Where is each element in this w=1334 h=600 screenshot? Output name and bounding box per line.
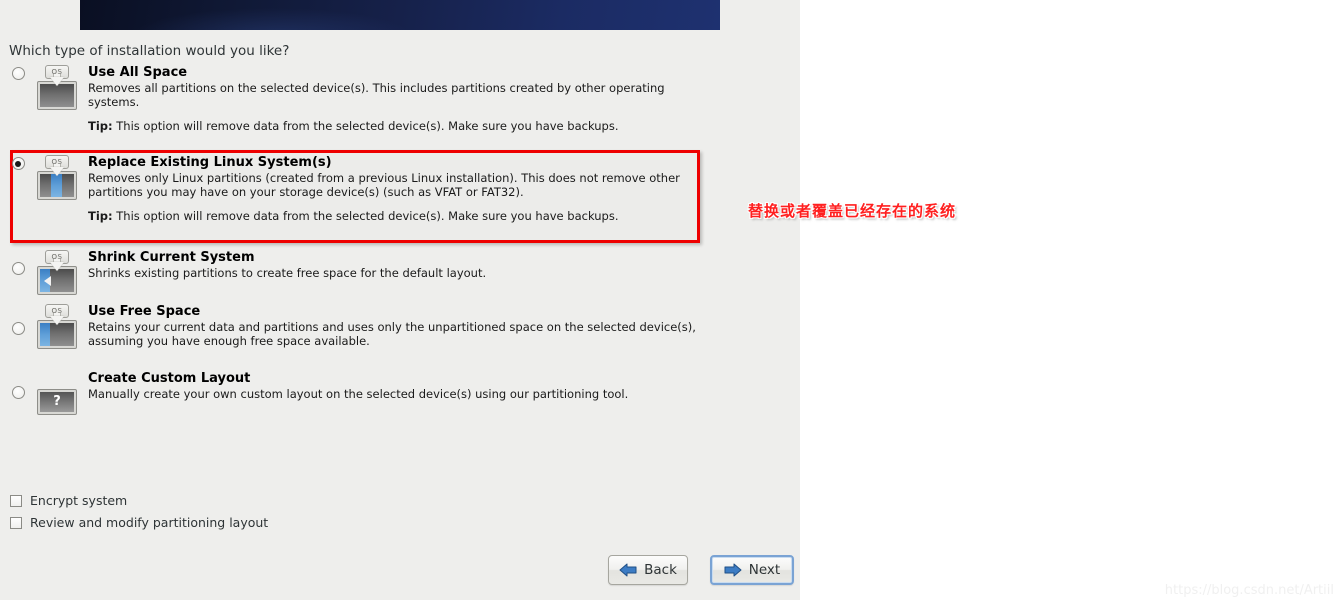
icon-col: OS bbox=[36, 304, 84, 350]
text-col: Use Free Space Retains your current data… bbox=[84, 304, 700, 348]
icon-col: OS bbox=[36, 250, 84, 296]
next-button[interactable]: Next bbox=[710, 555, 794, 585]
checkbox-row-encrypt-system[interactable]: Encrypt system bbox=[10, 493, 127, 508]
option-description: Removes only Linux partitions (created f… bbox=[88, 171, 680, 199]
icon-col: OS bbox=[36, 155, 84, 201]
checkbox-label-encrypt-system: Encrypt system bbox=[30, 493, 128, 508]
radio-col bbox=[0, 304, 36, 335]
tip-text: This option will remove data from the se… bbox=[112, 119, 619, 133]
text-col: Shrink Current System Shrinks existing p… bbox=[84, 250, 700, 281]
text-col: Replace Existing Linux System(s) Removes… bbox=[84, 155, 700, 224]
question-mark-disk-icon: ? bbox=[36, 371, 78, 417]
option-use-all-space[interactable]: OS Use All Space Removes all partitions … bbox=[0, 65, 700, 134]
tip-label: Tip: bbox=[88, 119, 113, 133]
radio-shrink-current-system[interactable] bbox=[11, 262, 25, 275]
icon-col: OS bbox=[36, 65, 84, 111]
tip-text: This option will remove data from the se… bbox=[112, 209, 619, 223]
disk-surface bbox=[40, 174, 74, 197]
down-arrow-icon bbox=[50, 262, 64, 271]
option-use-free-space[interactable]: OS Use Free Space Retains your current d… bbox=[0, 304, 700, 350]
back-button-label: Back bbox=[644, 562, 677, 578]
next-button-label: Next bbox=[748, 562, 781, 578]
option-create-custom-layout[interactable]: ? Create Custom Layout Manually create y… bbox=[0, 371, 700, 417]
down-arrow-icon bbox=[50, 316, 64, 325]
header-banner bbox=[80, 0, 720, 30]
option-tip: Tip: This option will remove data from t… bbox=[88, 209, 700, 224]
annotation-text: 替换或者覆盖已经存在的系统 bbox=[748, 202, 957, 220]
os-disk-replace-icon: OS bbox=[36, 155, 78, 201]
option-title: Shrink Current System bbox=[88, 250, 255, 265]
option-description: Manually create your own custom layout o… bbox=[88, 387, 629, 401]
os-disk-full-icon: OS bbox=[36, 65, 78, 111]
arrow-left-icon bbox=[619, 563, 637, 577]
text-col: Create Custom Layout Manually create you… bbox=[84, 371, 700, 402]
page-title: Which type of installation would you lik… bbox=[9, 43, 290, 59]
radio-use-free-space[interactable] bbox=[11, 322, 25, 335]
option-description: Retains your current data and partitions… bbox=[88, 320, 696, 348]
option-tip: Tip: This option will remove data from t… bbox=[88, 119, 700, 134]
checkbox-review-modify-partitioning[interactable] bbox=[10, 516, 22, 529]
back-button[interactable]: Back bbox=[608, 555, 688, 585]
partition-band bbox=[40, 323, 50, 346]
option-shrink-current-system[interactable]: OS Shrink Current System Shrinks existin… bbox=[0, 250, 700, 296]
checkbox-encrypt-system[interactable] bbox=[10, 494, 22, 507]
disk-surface bbox=[40, 269, 74, 292]
qmark-glyph: ? bbox=[40, 392, 74, 412]
down-arrow-icon bbox=[50, 167, 64, 176]
radio-col bbox=[0, 155, 36, 170]
down-arrow-icon bbox=[50, 77, 64, 86]
option-title: Use Free Space bbox=[88, 304, 201, 319]
os-disk-freespace-icon: OS bbox=[36, 304, 78, 350]
icon-col: ? bbox=[36, 371, 84, 417]
partition-band bbox=[50, 174, 63, 197]
os-disk-shrink-icon: OS bbox=[36, 250, 78, 296]
radio-use-all-space[interactable] bbox=[11, 67, 25, 80]
radio-col bbox=[0, 65, 36, 80]
anaconda-installer-panel: Which type of installation would you lik… bbox=[0, 0, 800, 600]
option-replace-existing-linux[interactable]: OS Replace Existing Linux System(s) Remo… bbox=[0, 155, 700, 224]
screenshot-root: Which type of installation would you lik… bbox=[0, 0, 1334, 600]
checkbox-label-review-modify-partitioning: Review and modify partitioning layout bbox=[30, 515, 269, 530]
option-title: Use All Space bbox=[88, 65, 188, 80]
arrow-right-icon bbox=[724, 563, 742, 577]
radio-create-custom-layout[interactable] bbox=[11, 386, 25, 399]
radio-replace-existing-linux[interactable] bbox=[11, 157, 25, 170]
checkbox-row-review-modify-partitioning[interactable]: Review and modify partitioning layout bbox=[10, 515, 268, 530]
watermark: https://blog.csdn.net/Artiil bbox=[1164, 583, 1334, 598]
radio-col bbox=[0, 371, 36, 399]
tip-label: Tip: bbox=[88, 209, 113, 223]
left-arrow-icon bbox=[44, 275, 51, 286]
text-col: Use All Space Removes all partitions on … bbox=[84, 65, 700, 134]
qmark-shape: ? bbox=[37, 389, 77, 415]
option-description: Removes all partitions on the selected d… bbox=[88, 81, 665, 109]
radio-col bbox=[0, 250, 36, 275]
option-title: Create Custom Layout bbox=[88, 371, 251, 386]
disk-surface bbox=[40, 323, 74, 346]
disk-surface bbox=[40, 84, 74, 107]
option-description: Shrinks existing partitions to create fr… bbox=[88, 266, 487, 280]
option-title: Replace Existing Linux System(s) bbox=[88, 155, 332, 170]
header-banner-area bbox=[0, 0, 800, 30]
